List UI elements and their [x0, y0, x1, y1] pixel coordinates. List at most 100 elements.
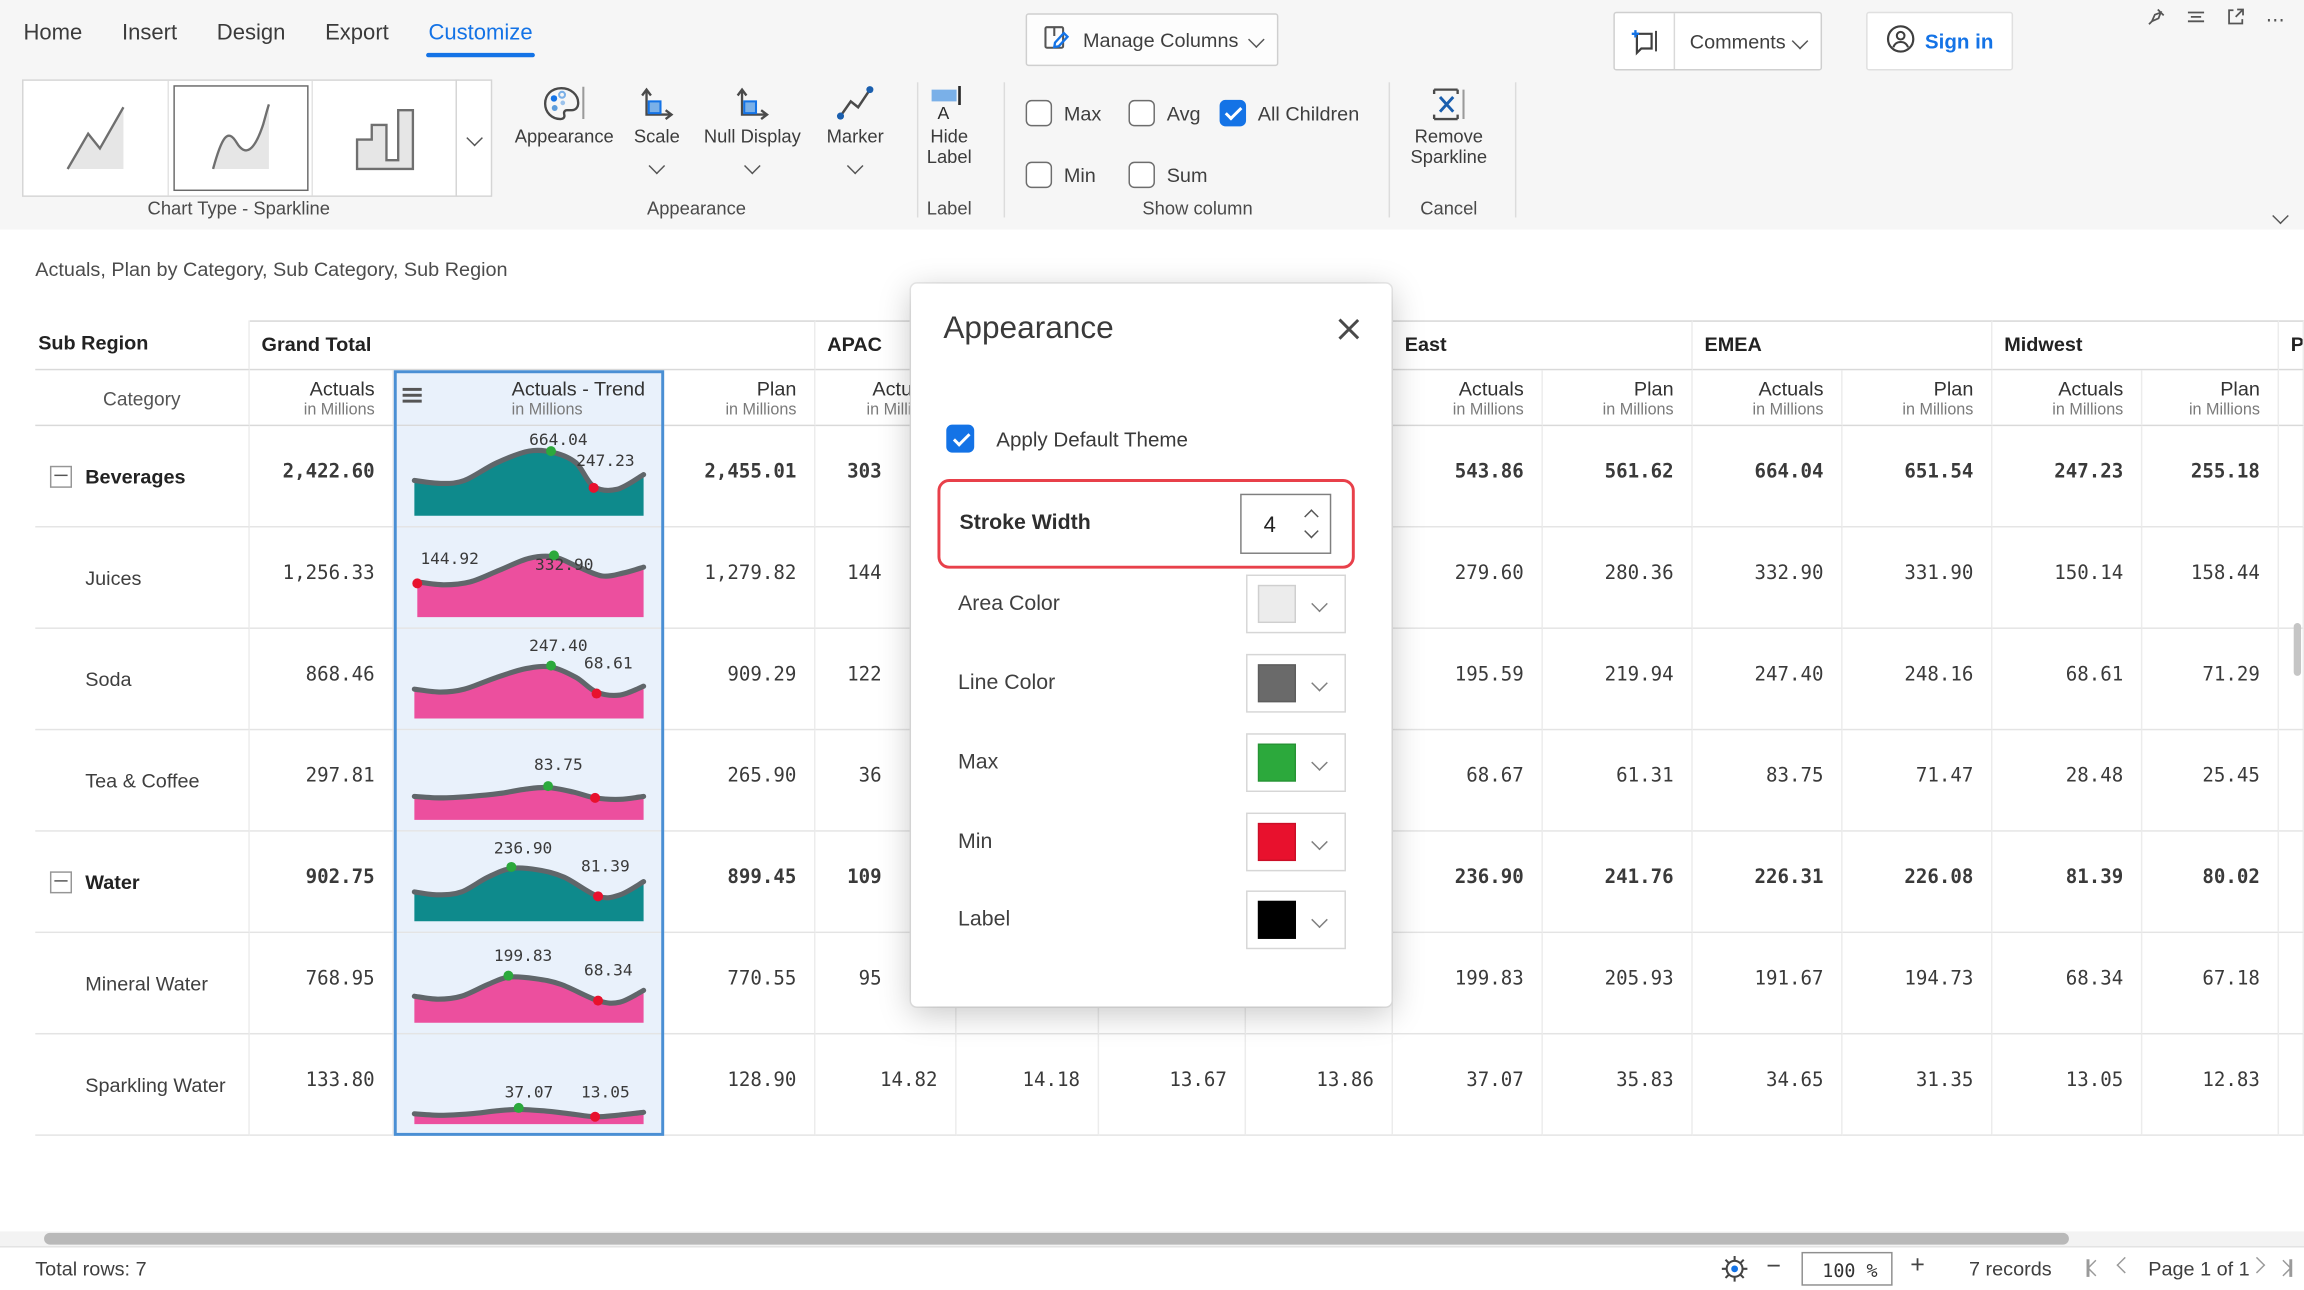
cell-actuals-trend-sparkline[interactable]: 83.75: [394, 730, 664, 831]
col-header-east-plan[interactable]: Planin Millions: [1543, 370, 1693, 426]
tab-customize[interactable]: Customize: [428, 21, 532, 55]
min-color-dropdown[interactable]: [1246, 813, 1346, 872]
manage-columns-button[interactable]: Manage Columns: [1026, 13, 1278, 66]
group-label-label: Label: [911, 198, 987, 219]
group-label-chart-type: Chart Type - Sparkline: [22, 198, 455, 219]
checkbox-max[interactable]: Max: [1026, 100, 1102, 126]
svg-text:332.90: 332.90: [534, 555, 592, 574]
cell-actuals-trend-sparkline[interactable]: 144.92 332.90: [394, 528, 664, 629]
comments-label: Comments: [1675, 30, 1794, 52]
expand-icon[interactable]: [2226, 7, 2245, 33]
more-icon[interactable]: ⋯: [2266, 9, 2287, 33]
checkbox-all-children[interactable]: All Children: [1220, 100, 1360, 126]
col-header-midwest-actuals[interactable]: Actualsin Millions: [1992, 370, 2142, 426]
horizontal-scrollbar-thumb[interactable]: [44, 1233, 2069, 1245]
checkbox-sum[interactable]: Sum: [1128, 162, 1207, 188]
row-label-sub[interactable]: Mineral Water: [35, 933, 250, 1034]
pin-icon[interactable]: [2147, 7, 2166, 33]
row-label-sub[interactable]: Sparkling Water: [35, 1034, 250, 1135]
cell-actuals-trend-sparkline[interactable]: 236.9081.39: [394, 832, 664, 933]
cell-gt-actuals: 868.46: [250, 629, 394, 730]
last-page-button[interactable]: [2278, 1259, 2292, 1277]
col-header-midwest-plan[interactable]: Planin Millions: [2142, 370, 2279, 426]
add-comment-icon[interactable]: [1615, 13, 1675, 69]
line-color-dropdown[interactable]: [1246, 654, 1346, 713]
col-header-plan[interactable]: Planin Millions: [664, 370, 815, 426]
tab-home[interactable]: Home: [24, 21, 83, 55]
row-label-group[interactable]: Water: [35, 832, 250, 933]
collapse-toggle-icon[interactable]: [50, 465, 72, 487]
zoom-in-button[interactable]: +: [1904, 1250, 1930, 1279]
checkbox-min[interactable]: Min: [1026, 162, 1096, 188]
checkbox-all-children-label: All Children: [1258, 102, 1359, 124]
tab-design[interactable]: Design: [217, 21, 286, 55]
tab-export[interactable]: Export: [325, 21, 389, 55]
zoom-level-input[interactable]: [1803, 1253, 1897, 1287]
min-marker-dot: [589, 1112, 599, 1122]
col-header-emea-plan[interactable]: Planin Millions: [1843, 370, 1993, 426]
dialog-title: Appearance: [943, 310, 1113, 347]
next-page-button[interactable]: [2251, 1259, 2263, 1271]
first-page-button[interactable]: [2087, 1259, 2101, 1277]
svg-text:68.61: 68.61: [583, 654, 632, 673]
area-color-dropdown[interactable]: [1246, 575, 1346, 634]
chevron-down-icon[interactable]: [814, 156, 896, 177]
align-icon[interactable]: [2186, 7, 2205, 33]
drag-handle-icon[interactable]: [403, 385, 422, 406]
zoom-level-box[interactable]: [1801, 1252, 1892, 1286]
chevron-down-icon[interactable]: [694, 156, 812, 177]
label-color-dropdown[interactable]: [1246, 890, 1346, 949]
scale-button[interactable]: Scale: [623, 82, 691, 176]
svg-text:13.05: 13.05: [580, 1083, 629, 1102]
close-icon[interactable]: [1336, 316, 1362, 342]
cell-gt-actuals: 133.80: [250, 1034, 394, 1135]
max-color-dropdown[interactable]: [1246, 733, 1346, 792]
table-row: Sparkling Water133.8037.0713.05128.9014.…: [35, 1034, 2304, 1135]
collapse-toggle-icon[interactable]: [50, 871, 72, 893]
row-label-group[interactable]: Beverages: [35, 426, 250, 527]
col-header-actuals-trend[interactable]: Actuals - Trendin Millions: [394, 370, 664, 426]
stroke-width-stepper[interactable]: [1240, 494, 1331, 554]
cell-actuals-trend-sparkline[interactable]: 199.8368.34: [394, 933, 664, 1034]
area-color-swatch: [1258, 585, 1296, 623]
cell-emea-plan: 31.35: [1843, 1034, 1993, 1135]
remove-sparkline-button[interactable]: Remove Sparkline: [1402, 82, 1496, 167]
min-marker-dot: [589, 793, 599, 803]
chart-type-line[interactable]: [24, 81, 169, 196]
sign-in-button[interactable]: Sign in: [1866, 12, 2012, 71]
cell-midwest-actuals: 28.48: [1992, 730, 2142, 831]
col-header-actuals[interactable]: Actualsin Millions: [250, 370, 394, 426]
hide-label-button[interactable]: A Hide Label: [911, 82, 987, 167]
col-header-emea-actuals[interactable]: Actualsin Millions: [1693, 370, 1843, 426]
vertical-scrollbar-thumb[interactable]: [2294, 623, 2301, 676]
comments-button[interactable]: Comments: [1613, 12, 1822, 71]
row-label-sub[interactable]: Juices: [35, 528, 250, 629]
chevron-down-icon[interactable]: [623, 156, 691, 177]
settings-gear-icon[interactable]: [1719, 1253, 1750, 1288]
cell-actuals-trend-sparkline[interactable]: 37.0713.05: [394, 1034, 664, 1135]
svg-text:144.92: 144.92: [420, 549, 478, 568]
appearance-button[interactable]: Appearance: [497, 82, 632, 147]
marker-button[interactable]: Marker: [814, 82, 896, 176]
cell-emea-actuals: 191.67: [1693, 933, 1843, 1034]
chart-type-area-selected[interactable]: [168, 81, 313, 196]
cell-actuals-trend-sparkline[interactable]: 664.04247.23: [394, 426, 664, 527]
zoom-out-button[interactable]: −: [1760, 1252, 1786, 1281]
cell-pacific: [2279, 730, 2304, 831]
row-label-sub[interactable]: Soda: [35, 629, 250, 730]
cell-pacific: [2279, 528, 2304, 629]
chart-type-column[interactable]: [313, 81, 457, 196]
cell-midwest-plan: 25.45: [2142, 730, 2279, 831]
apply-default-theme-checkbox[interactable]: Apply Default Theme: [946, 425, 1188, 453]
checkbox-avg[interactable]: Avg: [1128, 100, 1200, 126]
svg-text:81.39: 81.39: [580, 856, 629, 875]
scale-axes-icon: [694, 82, 812, 126]
col-header-east-actuals[interactable]: Actualsin Millions: [1393, 370, 1543, 426]
prev-page-button[interactable]: [2119, 1259, 2131, 1271]
gallery-more-button[interactable]: [456, 79, 493, 197]
tab-insert[interactable]: Insert: [122, 21, 177, 55]
cell-actuals-trend-sparkline[interactable]: 247.4068.61: [394, 629, 664, 730]
null-display-button[interactable]: Null Display: [694, 82, 812, 176]
ribbon-collapse-button[interactable]: [2275, 203, 2287, 229]
row-label-sub[interactable]: Tea & Coffee: [35, 730, 250, 831]
